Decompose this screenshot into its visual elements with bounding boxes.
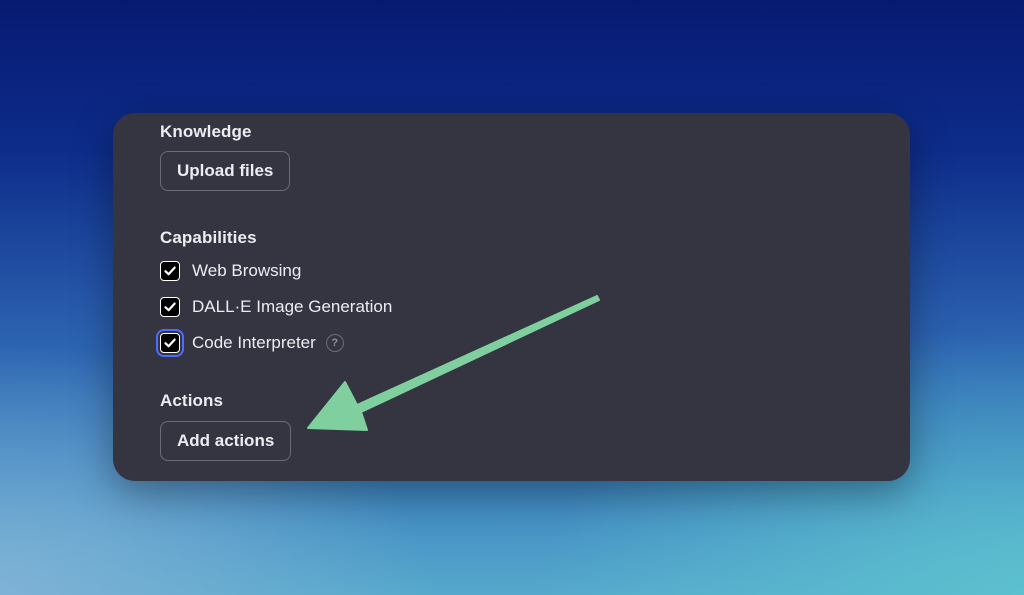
capability-code-interpreter[interactable]: Code Interpreter ? [160,332,344,354]
code-interpreter-label: Code Interpreter [192,333,316,352]
web-browsing-label: Web Browsing [192,261,302,280]
upload-files-button[interactable]: Upload files [160,151,291,191]
actions-heading: Actions [160,391,224,410]
knowledge-heading: Knowledge [160,122,252,141]
check-icon [164,266,176,276]
dalle-label: DALL·E Image Generation [192,297,393,316]
capabilities-heading: Capabilities [160,228,257,247]
dalle-checkbox[interactable] [160,297,180,317]
gpt-config-panel: Knowledge Upload files Capabilities Web … [113,113,910,481]
code-interpreter-checkbox[interactable] [160,333,180,353]
check-icon [164,338,176,348]
add-actions-button[interactable]: Add actions [160,421,292,461]
web-browsing-checkbox[interactable] [160,261,180,281]
capability-dalle[interactable]: DALL·E Image Generation [160,296,392,318]
question-mark-icon[interactable]: ? [325,334,344,352]
capability-web-browsing[interactable]: Web Browsing [160,260,301,282]
check-icon [164,302,176,312]
